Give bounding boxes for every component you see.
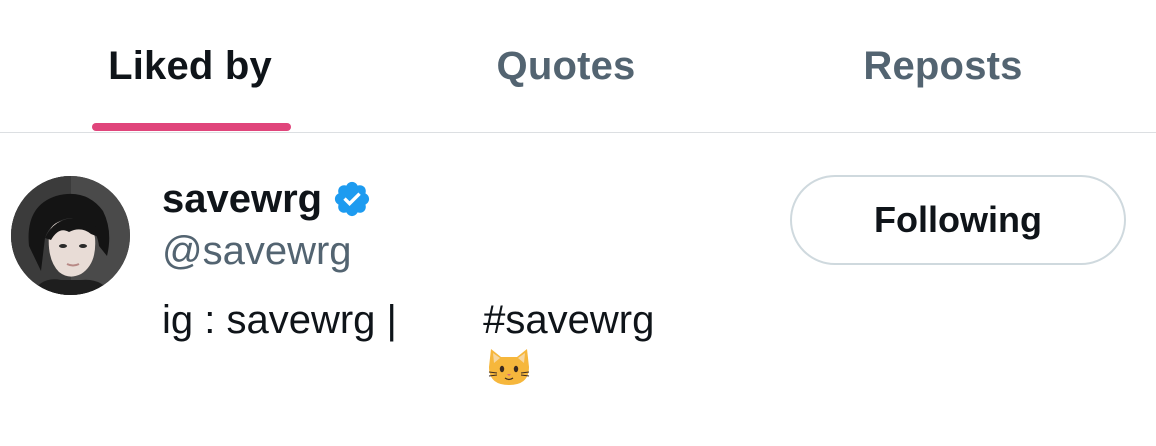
active-tab-indicator <box>92 123 291 131</box>
display-name[interactable]: savewrg <box>162 177 322 222</box>
cat-face-icon <box>416 294 529 385</box>
display-name-row[interactable]: savewrg <box>162 174 372 224</box>
bio-text-suffix: #savewrg <box>472 297 655 342</box>
tab-bar: Liked by Quotes Reposts <box>0 0 1156 133</box>
tab-reposts[interactable]: Reposts <box>820 0 1066 132</box>
user-cell[interactable]: savewrg @savewrg ig : savewrg | #savewrg <box>0 134 1156 406</box>
bio-text-prefix: ig : savewrg | <box>162 297 409 342</box>
tab-liked-by[interactable]: Liked by <box>70 0 310 132</box>
verified-badge-icon <box>332 179 372 219</box>
following-button[interactable]: Following <box>790 175 1126 265</box>
avatar[interactable] <box>11 176 130 295</box>
user-bio: ig : savewrg | #savewrg <box>162 294 655 385</box>
user-handle[interactable]: @savewrg <box>162 229 352 274</box>
avatar-image <box>11 176 130 295</box>
tab-quotes[interactable]: Quotes <box>446 0 686 132</box>
